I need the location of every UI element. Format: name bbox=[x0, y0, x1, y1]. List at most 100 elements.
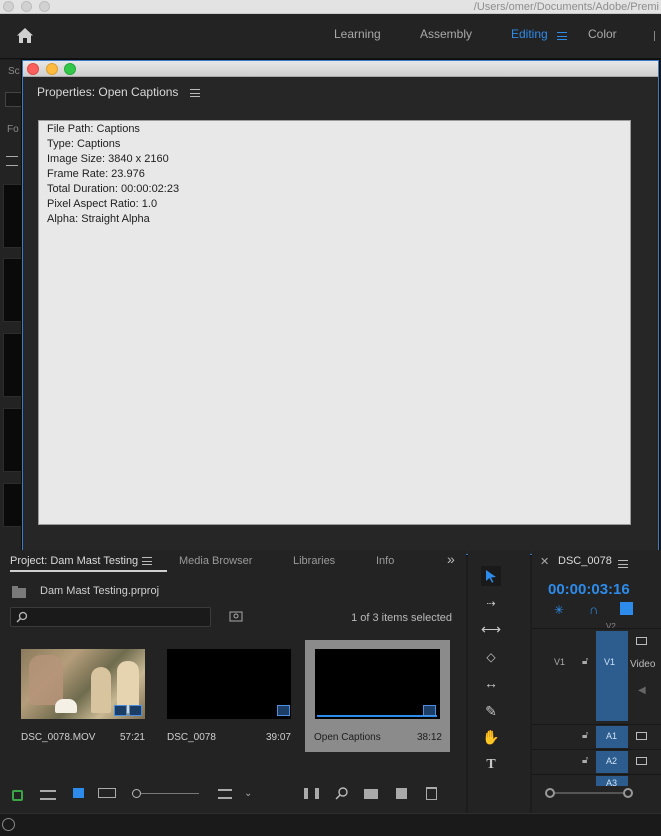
clip-name: DSC_0078 bbox=[167, 732, 216, 743]
clip-name: Open Captions bbox=[314, 732, 381, 743]
icon-view-icon[interactable] bbox=[73, 788, 84, 798]
audio-badge-icon bbox=[129, 705, 142, 716]
thumbnail-fragment[interactable] bbox=[3, 258, 22, 322]
clip-duration: 39:07 bbox=[265, 732, 291, 743]
property-frame-rate: Frame Rate: 23.976 bbox=[47, 168, 145, 180]
lock-icon[interactable]: 🔓︎ bbox=[582, 755, 588, 766]
active-tab-underline bbox=[10, 570, 167, 572]
panel-menu-icon[interactable] bbox=[142, 557, 153, 566]
panel-menu-icon[interactable] bbox=[618, 560, 628, 569]
audio-track-a1[interactable]: 🔓︎ A1 bbox=[532, 724, 661, 748]
clip-duration: 57:21 bbox=[119, 732, 145, 743]
audio-track-a3[interactable]: A3 bbox=[532, 774, 661, 786]
panel-overflow-button[interactable]: » bbox=[447, 551, 455, 567]
zoom-scroll-bar[interactable] bbox=[555, 792, 623, 794]
thumbnail-fragment[interactable] bbox=[3, 184, 22, 248]
track-expand-icon[interactable]: ◀ bbox=[638, 685, 646, 696]
clip-item-open-captions[interactable]: Open Captions 38:12 bbox=[305, 640, 450, 752]
panel-menu-icon[interactable] bbox=[189, 88, 200, 97]
linked-selection-icon[interactable] bbox=[620, 602, 633, 615]
minimize-dot-icon[interactable] bbox=[21, 1, 32, 12]
track-select-tool-icon[interactable]: ⇢ bbox=[481, 593, 501, 613]
zoom-scroll-handle-right[interactable] bbox=[623, 788, 633, 798]
snap-icon[interactable]: ✳ bbox=[554, 603, 564, 617]
lock-icon[interactable] bbox=[12, 790, 23, 801]
track-target-v1[interactable] bbox=[596, 631, 628, 721]
camera-icon[interactable] bbox=[636, 637, 647, 645]
tab-project-label: Project: Dam Mast Testing bbox=[10, 555, 139, 567]
tab-media-browser[interactable]: Media Browser bbox=[179, 555, 252, 567]
list-view-icon[interactable] bbox=[40, 790, 56, 800]
freeform-view-icon[interactable] bbox=[98, 788, 116, 798]
tools-panel: ⇢ ⟷ ◇ ↔ ✎ ✋ T bbox=[468, 550, 530, 813]
clip-duration: 38:12 bbox=[416, 732, 442, 743]
clip-item-dsc0078-mov[interactable]: DSC_0078.MOV 57:21 bbox=[7, 640, 153, 752]
clip-thumbnail bbox=[315, 649, 440, 719]
track-output-icon[interactable] bbox=[636, 732, 647, 740]
clip-thumbnail bbox=[167, 649, 291, 719]
panel-fragment-text-2: Fo bbox=[7, 124, 19, 135]
tab-project[interactable]: Project: Dam Mast Testing bbox=[10, 555, 153, 567]
thumbnail-fragment[interactable] bbox=[3, 483, 22, 527]
chevron-down-icon[interactable]: ⌄ bbox=[244, 788, 252, 799]
find-icon[interactable] bbox=[335, 786, 349, 800]
track-name-video: Video bbox=[630, 659, 656, 670]
track-output-icon[interactable] bbox=[636, 757, 647, 765]
search-icon[interactable] bbox=[5, 92, 22, 107]
property-pixel-aspect-ratio: Pixel Aspect Ratio: 1.0 bbox=[47, 198, 158, 210]
clip-progress-line bbox=[317, 715, 437, 717]
clip-item-dsc0078[interactable]: DSC_0078 39:07 bbox=[153, 640, 299, 752]
magnet-icon[interactable]: ∩ bbox=[589, 602, 598, 617]
new-item-icon[interactable] bbox=[396, 788, 407, 799]
zoom-slider-handle[interactable] bbox=[132, 789, 141, 798]
automate-to-sequence-icon[interactable] bbox=[304, 788, 319, 799]
sequence-badge-icon bbox=[277, 705, 290, 716]
creative-cloud-icon[interactable] bbox=[2, 818, 15, 831]
type-tool-icon[interactable]: T bbox=[481, 755, 501, 775]
trash-icon[interactable] bbox=[426, 787, 437, 800]
editing-menu-icon[interactable] bbox=[557, 32, 567, 40]
new-search-bin-icon[interactable] bbox=[229, 610, 243, 622]
project-search-input[interactable] bbox=[10, 607, 211, 627]
zoom-scroll-handle-left[interactable] bbox=[545, 788, 555, 798]
zoom-window-button[interactable] bbox=[64, 63, 76, 75]
video-badge-icon bbox=[114, 705, 127, 716]
workspace-tab-assembly[interactable]: Assembly bbox=[420, 27, 472, 41]
property-image-size: Image Size: 3840 x 2160 bbox=[47, 153, 169, 165]
workspace-tab-color[interactable]: Color bbox=[588, 27, 617, 41]
workspace-tab-editing[interactable]: Editing bbox=[511, 27, 548, 41]
minimize-window-button[interactable] bbox=[46, 63, 58, 75]
thumbnail-fragment[interactable] bbox=[3, 333, 22, 397]
search-icon bbox=[16, 611, 28, 623]
home-icon[interactable] bbox=[16, 27, 34, 44]
close-window-button[interactable] bbox=[27, 63, 39, 75]
hand-tool-icon[interactable]: ✋ bbox=[481, 727, 501, 747]
close-dot-icon[interactable] bbox=[3, 1, 14, 12]
lock-icon[interactable]: 🔓︎ bbox=[582, 656, 588, 667]
tab-info[interactable]: Info bbox=[376, 555, 394, 567]
zoom-dot-icon[interactable] bbox=[39, 1, 50, 12]
zoom-slider-track[interactable] bbox=[141, 793, 199, 794]
audio-track-a2[interactable]: 🔓︎ A2 bbox=[532, 749, 661, 773]
sort-icon[interactable] bbox=[218, 789, 232, 799]
timecode-display[interactable]: 00:00:03:16 bbox=[548, 581, 630, 598]
pen-tool-icon[interactable]: ✎ bbox=[481, 701, 501, 721]
list-view-icon[interactable] bbox=[6, 156, 18, 166]
properties-title: Properties: Open Captions bbox=[37, 85, 179, 99]
razor-tool-icon[interactable]: ◇ bbox=[481, 647, 501, 667]
thumbnail-fragment[interactable] bbox=[3, 408, 22, 472]
lock-icon[interactable]: 🔓︎ bbox=[582, 730, 588, 741]
sequence-tab-label[interactable]: DSC_0078 bbox=[558, 555, 612, 567]
panel-fragment-text: Sc bbox=[8, 66, 20, 77]
close-tab-icon[interactable]: ✕ bbox=[540, 555, 549, 568]
project-file-icon bbox=[12, 586, 26, 598]
project-panel: Project: Dam Mast Testing Media Browser … bbox=[0, 550, 466, 813]
slip-tool-icon[interactable]: ↔ bbox=[481, 673, 501, 693]
selection-tool-icon[interactable] bbox=[481, 566, 501, 586]
ripple-edit-tool-icon[interactable]: ⟷ bbox=[481, 619, 501, 639]
workspace-tab-learning[interactable]: Learning bbox=[334, 27, 381, 41]
new-bin-icon[interactable] bbox=[364, 789, 378, 799]
properties-titlebar[interactable] bbox=[23, 61, 658, 77]
tab-libraries[interactable]: Libraries bbox=[293, 555, 335, 567]
video-track-v1[interactable]: V1 🔓︎ V1 Video ◀ bbox=[532, 628, 661, 721]
